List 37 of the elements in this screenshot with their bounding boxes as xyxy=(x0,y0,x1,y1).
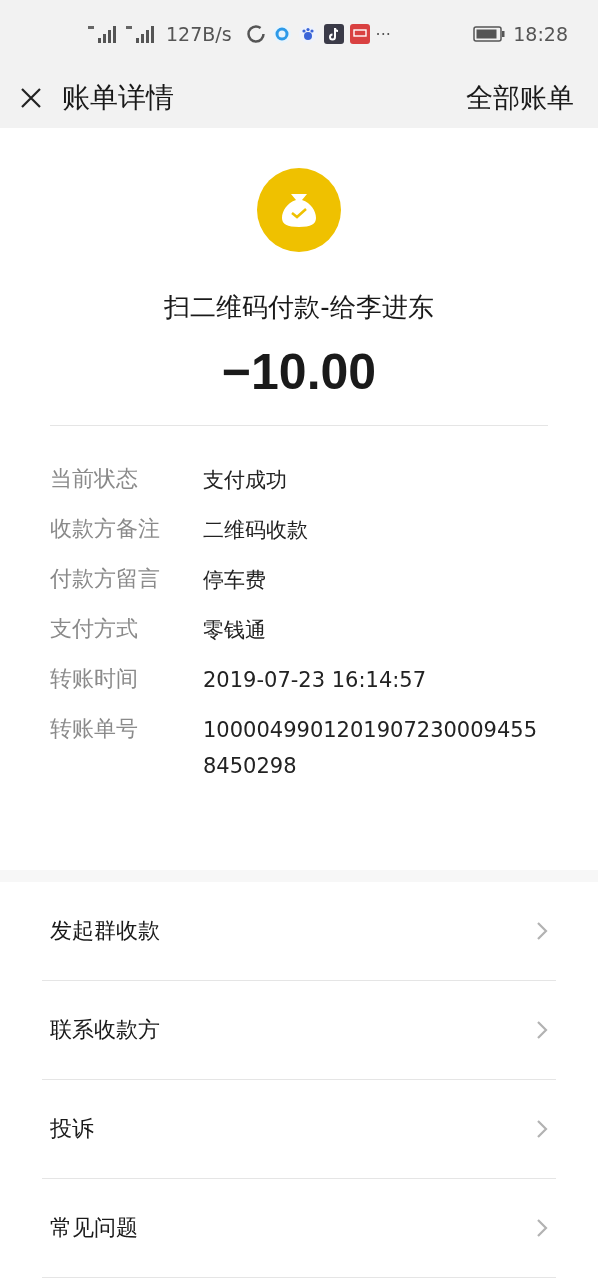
clock-time: 18:28 xyxy=(513,23,568,45)
chevron-right-icon xyxy=(536,1020,548,1040)
detail-value: 零钱通 xyxy=(203,617,267,644)
signal-icon xyxy=(124,24,156,44)
loading-icon xyxy=(245,24,266,44)
detail-label: 转账时间 xyxy=(50,665,139,693)
payment-amount: −10.00 xyxy=(221,343,377,401)
network-speed: 127B/s xyxy=(166,23,232,45)
menu-item[interactable]: 常见问题 xyxy=(42,1179,556,1278)
menu-item[interactable]: 联系收款方 xyxy=(42,981,556,1080)
detail-value: 二维码收款 xyxy=(203,517,309,544)
chevron-right-icon xyxy=(536,1218,548,1238)
money-bag-icon xyxy=(257,168,341,252)
menu-item[interactable]: 投诉 xyxy=(42,1080,556,1179)
more-notifications: ··· xyxy=(375,24,391,44)
detail-value: 2019-07-23 16:14:57 xyxy=(203,667,428,694)
all-bills-link[interactable]: 全部账单 xyxy=(466,80,574,116)
app-icon xyxy=(271,24,292,44)
detail-label: 当前状态 xyxy=(50,465,139,493)
music-note-icon xyxy=(323,24,344,44)
close-icon[interactable] xyxy=(20,87,42,109)
chevron-right-icon xyxy=(536,921,548,941)
detail-value: 支付成功 xyxy=(203,467,288,494)
menu-item[interactable]: 发起群收款 xyxy=(42,882,556,981)
payment-title: 扫二维码付款-给李进东 xyxy=(164,291,434,324)
detail-value: 10000499012019072300094558450298 xyxy=(203,717,539,780)
chevron-right-icon xyxy=(536,1119,548,1139)
detail-label: 支付方式 xyxy=(50,615,139,643)
detail-label: 转账单号 xyxy=(50,715,139,743)
page-title: 账单详情 xyxy=(62,80,174,116)
detail-label: 收款方备注 xyxy=(50,515,161,543)
signal-icon xyxy=(86,24,118,44)
app-icon xyxy=(349,24,370,44)
detail-value: 停车费 xyxy=(203,567,267,594)
paw-icon xyxy=(297,24,318,44)
battery-icon xyxy=(473,26,506,42)
detail-label: 付款方留言 xyxy=(50,565,161,593)
